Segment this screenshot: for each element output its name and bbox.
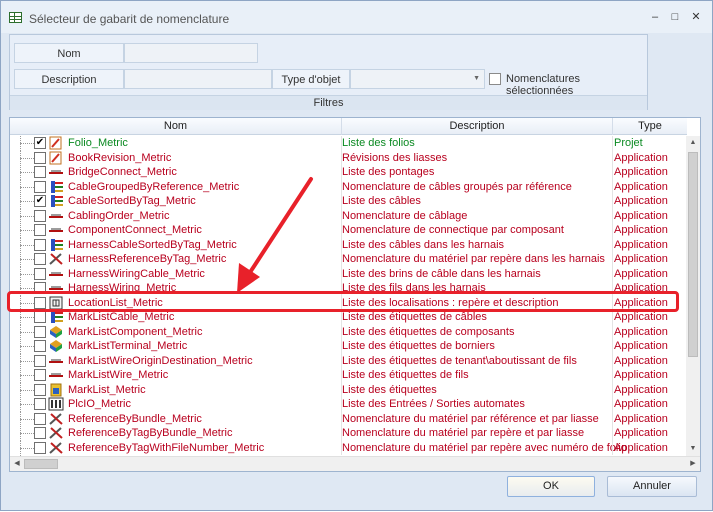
annotation-arrow-icon — [237, 177, 313, 293]
ok-button[interactable]: OK — [507, 476, 595, 497]
cancel-button[interactable]: Annuler — [607, 476, 697, 497]
dialog-window: Sélecteur de gabarit de nomenclature – □… — [0, 0, 713, 511]
